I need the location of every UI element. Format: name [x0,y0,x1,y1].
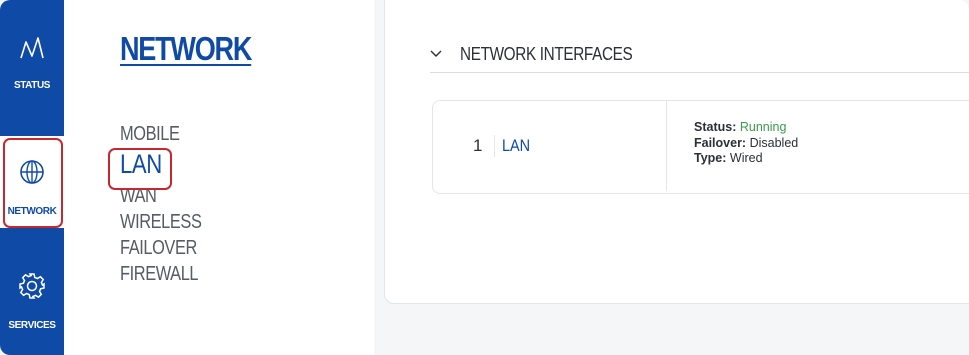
rail-label-services: SERVICES [8,320,56,331]
failover-row: Failover: Disabled [694,136,798,152]
menu-title[interactable]: NETWORK [120,30,252,68]
chevron-down-icon [430,50,442,57]
type-value: Wired [729,151,763,165]
icon-rail: STATUS NETWORK SERVICES [0,0,64,355]
section-header[interactable]: NETWORK INTERFACES [430,40,969,73]
interface-divider [666,101,667,191]
globe-icon [20,160,44,184]
network-menu: NETWORK MOBILE LAN WAN WIRELESS FAILOVER… [64,0,374,355]
menu-item-lan[interactable]: LAN [120,147,201,183]
menu-list: MOBILE LAN WAN WIRELESS FAILOVER FIREWAL… [120,121,219,287]
status-row: Status: Running [694,120,798,136]
menu-item-wan[interactable]: WAN [120,183,201,209]
menu-item-mobile[interactable]: MOBILE [120,121,201,147]
menu-item-firewall[interactable]: FIREWALL [120,261,201,287]
failover-value: Disabled [749,135,799,150]
type-label: Type: [694,151,727,165]
interface-separator [494,135,495,157]
gear-icon [19,273,45,299]
status-value: Running [739,120,787,134]
menu-item-wireless[interactable]: WIRELESS [120,209,202,235]
rail-item-status[interactable]: STATUS [0,26,64,106]
pulse-icon [20,37,44,59]
failover-label: Failover: [694,135,747,150]
app-frame: STATUS NETWORK SERVICES NETWORK MOBILE L… [0,0,969,355]
interface-details: Status: Running Failover: Disabled Type:… [694,120,798,167]
interface-name-link[interactable]: LAN [502,136,530,156]
interface-number: 1 [473,136,483,155]
type-row: Type: Wired [694,151,798,167]
rail-label-status: STATUS [13,80,51,91]
rail-item-services[interactable]: SERVICES [0,250,64,342]
status-label: Status: [694,120,737,134]
menu-item-failover[interactable]: FAILOVER [120,235,201,261]
rail-item-network[interactable]: NETWORK [0,136,64,228]
section-title: NETWORK INTERFACES [460,44,633,64]
rail-label-network: NETWORK [7,206,57,217]
